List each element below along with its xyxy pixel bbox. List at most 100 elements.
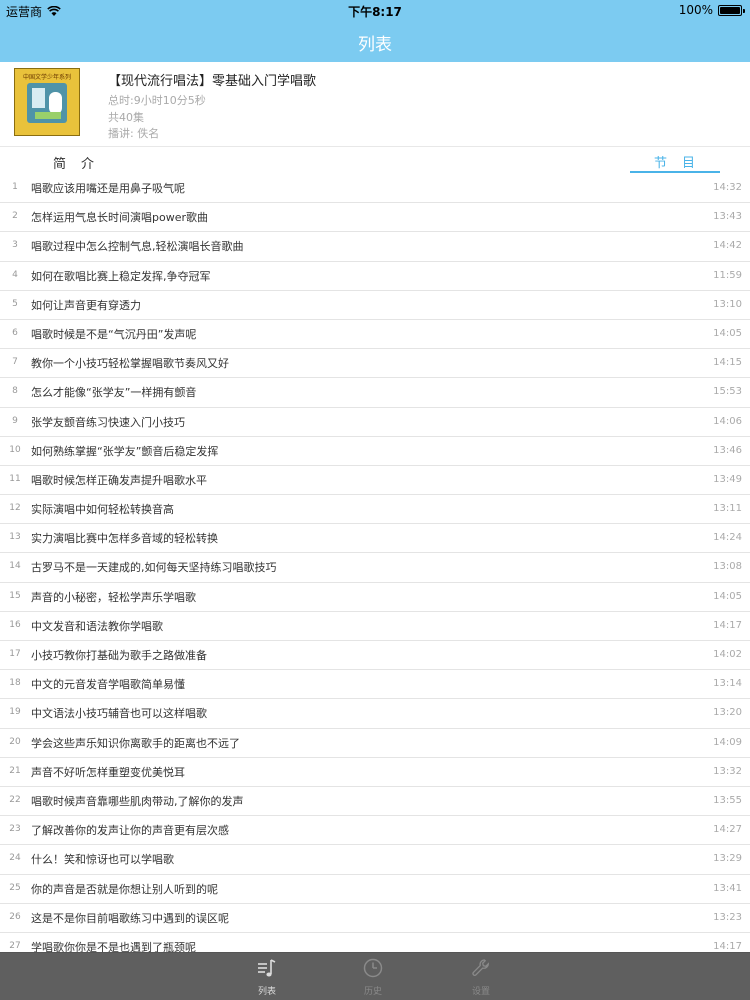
episode-row[interactable]: 27 学唱歌你你是不是也遇到了瓶颈呢 14:17 [0,933,750,952]
nav-bar: 运营商 下午8:17 100% 列表 [0,0,750,62]
episode-duration: 15:53 [713,386,742,398]
episode-row[interactable]: 22 唱歌时候声音靠哪些肌肉带动,了解你的发声 13:55 [0,787,750,817]
episode-number: 3 [12,240,18,251]
episode-row[interactable]: 8 怎么才能像“张学友”一样拥有颤音 15:53 [0,378,750,408]
episode-row[interactable]: 10 如何熟练掌握“张学友”颤音后稳定发挥 13:46 [0,437,750,466]
status-right: 100% [678,3,745,17]
episode-number: 19 [9,707,21,718]
episode-duration: 13:29 [713,853,742,865]
episode-row[interactable]: 20 学会这些声乐知识你离歌手的距离也不远了 14:09 [0,729,750,758]
episode-row[interactable]: 3 唱歌过程中怎么控制气息,轻松演唱长音歌曲 14:42 [0,232,750,262]
episode-duration: 13:55 [713,794,742,806]
episode-row[interactable]: 9 张学友颤音练习快速入门小技巧 14:06 [0,408,750,437]
episode-title: 如何让声音更有穿透力 [31,298,141,312]
episode-duration: 14:17 [713,940,742,952]
cover-caption: 中国文学少年系列 [22,74,71,81]
page-title: 列表 [358,35,392,55]
episode-title: 张学友颤音练习快速入门小技巧 [31,415,185,429]
episode-duration: 13:14 [713,678,742,690]
episode-number: 18 [9,678,21,689]
episode-number: 2 [12,211,18,222]
episode-number: 5 [12,298,18,309]
episode-title: 如何在歌唱比赛上稳定发挥,争夺冠军 [31,269,211,283]
episode-duration: 13:20 [713,707,742,719]
episode-number: 27 [9,940,21,951]
episode-row[interactable]: 17 小技巧教你打基础为歌手之路做准备 14:02 [0,641,750,671]
album-narrator: 播讲: 佚名 [108,127,160,140]
episode-row[interactable]: 23 了解改善你的发声让你的声音更有层次感 14:27 [0,816,750,846]
tabbar-item-list[interactable]: 列表 [232,957,302,997]
episode-number: 9 [12,415,18,426]
episode-row[interactable]: 16 中文发音和语法教你学唱歌 14:17 [0,612,750,641]
episode-duration: 11:59 [713,269,742,281]
episode-row[interactable]: 14 古罗马不是一天建成的,如何每天坚持练习唱歌技巧 13:08 [0,553,750,583]
episode-title: 唱歌时候声音靠哪些肌肉带动,了解你的发声 [31,794,244,808]
episode-title: 小技巧教你打基础为歌手之路做准备 [31,649,207,662]
album-cover-image: 中国文学少年系列 [14,68,80,136]
episode-number: 22 [9,794,21,805]
tab-bar: 列表 历史 设置 [0,952,750,1000]
episode-title: 教你一个小技巧轻松掌握唱歌节奏风又好 [31,357,229,371]
episode-row[interactable]: 24 什么！笑和惊讶也可以学唱歌 13:29 [0,845,750,875]
episode-number: 16 [9,619,21,630]
episode-row[interactable]: 12 实际演唱中如何轻松转换音高 13:11 [0,495,750,525]
episode-row[interactable]: 1 唱歌应该用嘴还是用鼻子吸气呢 14:32 [0,174,750,204]
episode-duration: 14:15 [713,357,742,369]
playlist-icon [258,959,276,977]
episode-title: 实际演唱中如何轻松转换音高 [31,503,174,517]
episode-duration: 14:02 [713,649,742,660]
episode-number: 25 [9,882,21,893]
tabbar-item-history[interactable]: 历史 [338,957,408,997]
cover-illustration [27,83,67,123]
episode-title: 这是不是你目前唱歌练习中遇到的误区呢 [31,911,229,925]
episode-title: 中文的元音发音学唱歌简单易懂 [31,678,185,692]
tabbar-label-history: 历史 [363,987,382,997]
episode-title: 唱歌应该用嘴还是用鼻子吸气呢 [31,182,185,195]
episode-number: 4 [12,269,18,280]
episode-title: 你的声音是否就是你想让别人听到的呢 [31,882,218,896]
episode-row[interactable]: 26 这是不是你目前唱歌练习中遇到的误区呢 13:23 [0,904,750,933]
episode-row[interactable]: 11 唱歌时候怎样正确发声提升唱歌水平 13:49 [0,466,750,496]
episode-row[interactable]: 13 实力演唱比赛中怎样多音域的轻松转换 14:24 [0,524,750,554]
episode-duration: 14:05 [713,590,742,602]
episode-title: 唱歌过程中怎么控制气息,轻松演唱长音歌曲 [31,240,244,254]
tabbar-item-settings[interactable]: 设置 [446,957,516,997]
episode-list[interactable]: 1 唱歌应该用嘴还是用鼻子吸气呢 14:32 2 怎样运用气息长时间演唱power歌曲 1… [0,174,750,952]
tab-intro[interactable]: 简 介 [53,153,95,172]
status-bar: 运营商 下午8:17 100% [0,0,750,22]
episode-number: 8 [12,386,18,397]
episode-row[interactable]: 15 声音的小秘密，轻松学声乐学唱歌 14:05 [0,583,750,612]
episode-row[interactable]: 7 教你一个小技巧轻松掌握唱歌节奏风又好 14:15 [0,349,750,379]
episode-duration: 14:24 [713,532,742,544]
episode-row[interactable]: 6 唱歌时候是不是“气沉丹田”发声呢 14:05 [0,320,750,350]
episode-duration: 14:06 [713,415,742,427]
episode-duration: 14:05 [713,327,742,339]
episode-row[interactable]: 4 如何在歌唱比赛上稳定发挥,争夺冠军 11:59 [0,262,750,291]
episode-duration: 14:27 [713,824,742,836]
episode-number: 26 [9,911,21,922]
episode-row[interactable]: 19 中文语法小技巧辅音也可以这样唱歌 13:20 [0,699,750,729]
episode-title: 怎样运用气息长时间演唱power歌曲 [31,211,208,225]
tab-episodes[interactable]: 节 目 [630,152,720,171]
episode-row[interactable]: 21 声音不好听怎样重塑变优美悦耳 13:32 [0,758,750,787]
episode-row[interactable]: 5 如何让声音更有穿透力 13:10 [0,291,750,320]
episode-number: 17 [9,649,21,659]
episode-number: 23 [9,824,21,835]
episode-duration: 13:08 [713,561,742,573]
episode-number: 24 [9,853,21,864]
episode-row[interactable]: 2 怎样运用气息长时间演唱power歌曲 13:43 [0,203,750,233]
episode-title: 中文发音和语法教你学唱歌 [31,619,163,633]
episode-number: 13 [9,532,21,543]
episode-title: 学会这些声乐知识你离歌手的距离也不远了 [31,736,240,750]
tabbar-label-list: 列表 [257,987,276,997]
episode-title: 怎么才能像“张学友”一样拥有颤音 [31,386,197,400]
episode-title: 声音的小秘密，轻松学声乐学唱歌 [31,590,196,604]
episode-title: 唱歌时候怎样正确发声提升唱歌水平 [31,473,207,487]
episode-title: 古罗马不是一天建成的,如何每天坚持练习唱歌技巧 [31,561,277,575]
episode-row[interactable]: 25 你的声音是否就是你想让别人听到的呢 13:41 [0,875,750,904]
battery-percent: 100% [678,3,713,17]
segment-tabs: 简 介 节 目 [0,146,750,174]
album-episode-count: 共40集 [108,111,144,124]
episode-title: 什么！笑和惊讶也可以学唱歌 [31,853,174,867]
episode-row[interactable]: 18 中文的元音发音学唱歌简单易懂 13:14 [0,670,750,700]
